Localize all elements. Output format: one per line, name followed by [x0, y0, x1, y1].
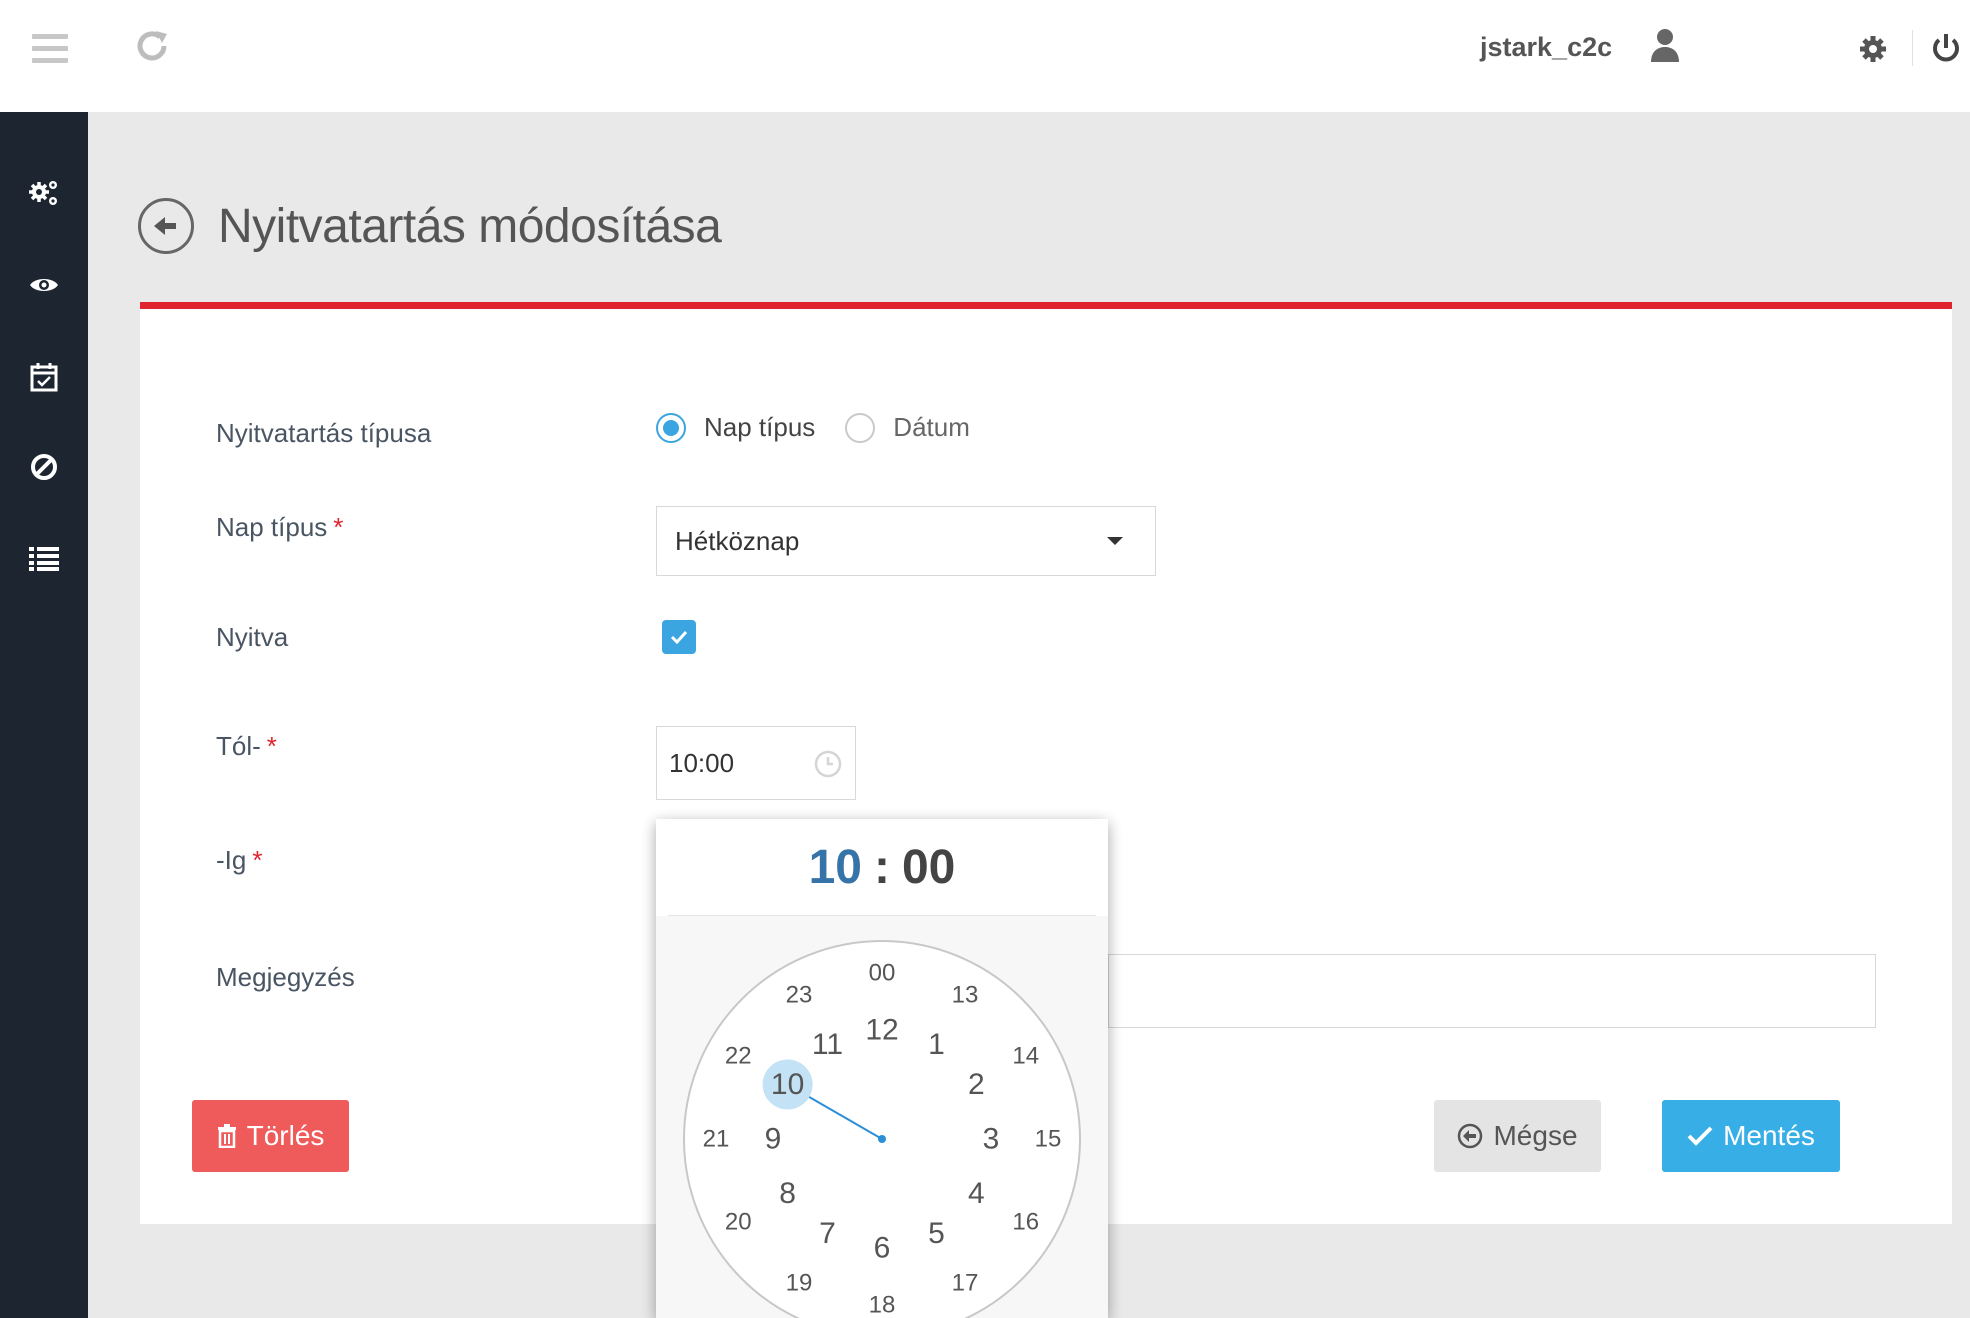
outer-hour-19[interactable]: 19 — [786, 1269, 813, 1296]
required-mark: * — [266, 731, 277, 761]
check-icon — [670, 630, 688, 644]
clock-hours[interactable]: 10 — [809, 840, 862, 895]
inner-hour-6[interactable]: 6 — [874, 1232, 891, 1265]
inner-hour-10[interactable]: 10 — [771, 1068, 804, 1101]
day-type-label: Nap típus * — [216, 512, 343, 543]
clock-center — [878, 1135, 886, 1143]
radio-day-type-label[interactable]: Nap típus — [704, 412, 815, 443]
clock-picker-header: 10 : 00 — [668, 819, 1096, 916]
trash-icon — [217, 1124, 236, 1148]
from-label-text: Tól- — [216, 731, 261, 761]
from-time-input[interactable]: 10:00 — [656, 726, 856, 800]
note-label: Megjegyzés — [216, 962, 355, 992]
outer-hour-14[interactable]: 14 — [1012, 1043, 1039, 1070]
type-label: Nyitvatartás típusa — [216, 418, 432, 448]
clock-minutes[interactable]: 00 — [902, 840, 955, 895]
inner-hour-7[interactable]: 7 — [819, 1217, 836, 1250]
cancel-button[interactable]: Mégse — [1434, 1100, 1601, 1172]
to-label: -Ig * — [216, 845, 262, 876]
page-title: Nyitvatartás módosítása — [218, 199, 722, 253]
page-header: Nyitvatartás módosítása — [138, 194, 722, 258]
username[interactable]: jstark_c2c — [1480, 32, 1612, 63]
inner-hour-12[interactable]: 12 — [865, 1014, 898, 1047]
outer-hour-20[interactable]: 20 — [725, 1209, 752, 1236]
day-type-select[interactable]: Hétköznap — [656, 506, 1156, 576]
outer-hour-13[interactable]: 13 — [952, 982, 979, 1009]
topbar-divider — [1912, 30, 1913, 66]
user-icon[interactable] — [1650, 28, 1680, 64]
inner-hour-9[interactable]: 9 — [765, 1123, 782, 1156]
outer-hour-00[interactable]: 00 — [869, 960, 896, 987]
radio-day-type[interactable] — [656, 412, 686, 443]
save-button[interactable]: Mentés — [1662, 1100, 1840, 1172]
open-checkbox[interactable] — [662, 620, 696, 654]
eye-icon — [30, 279, 58, 291]
note-input[interactable] — [1108, 954, 1876, 1028]
inner-hour-1[interactable]: 1 — [928, 1028, 945, 1061]
outer-hour-22[interactable]: 22 — [725, 1043, 752, 1070]
required-mark: * — [252, 845, 263, 875]
arrow-left-icon — [154, 217, 176, 235]
outer-hour-21[interactable]: 21 — [703, 1126, 730, 1153]
calendar-check-icon — [30, 363, 58, 392]
gear-icon[interactable] — [1858, 34, 1888, 64]
sidebar-item-view[interactable] — [0, 250, 88, 320]
required-mark: * — [333, 512, 344, 542]
cancel-button-label: Mégse — [1493, 1120, 1578, 1151]
clock-dial[interactable]: 00131415161718192021222312 1234567891011 — [682, 939, 1082, 1318]
day-type-value: Hétköznap — [675, 525, 800, 556]
power-icon[interactable] — [1930, 32, 1962, 64]
top-bar: jstark_c2c — [0, 0, 1970, 112]
sidebar-item-blocked[interactable] — [0, 432, 88, 502]
day-type-label-text: Nap típus — [216, 512, 328, 542]
outer-hour-23[interactable]: 23 — [786, 982, 813, 1009]
check-icon — [1687, 1126, 1713, 1146]
sidebar-item-list[interactable] — [0, 524, 88, 594]
from-label: Tól- * — [216, 731, 277, 762]
ban-icon — [31, 454, 57, 480]
refresh-icon[interactable] — [134, 28, 170, 71]
inner-hour-3[interactable]: 3 — [983, 1123, 1000, 1156]
inner-hour-8[interactable]: 8 — [779, 1177, 796, 1210]
caret-down-icon — [1107, 537, 1123, 545]
inner-hour-4[interactable]: 4 — [968, 1177, 985, 1210]
delete-button-label: Törlés — [246, 1120, 325, 1151]
sidebar — [0, 112, 88, 1318]
cogs-icon — [29, 181, 57, 205]
radio-date-label[interactable]: Dátum — [893, 412, 970, 443]
inner-hour-5[interactable]: 5 — [928, 1217, 945, 1250]
hamburger-icon[interactable] — [32, 34, 68, 64]
inner-hour-2[interactable]: 2 — [968, 1068, 985, 1101]
outer-hour-15[interactable]: 15 — [1035, 1126, 1062, 1153]
type-radio-group: Nap típus Dátum — [656, 412, 1000, 443]
delete-button[interactable]: Törlés — [192, 1100, 349, 1172]
outer-hour-16[interactable]: 16 — [1012, 1209, 1039, 1236]
outer-hour-17[interactable]: 17 — [952, 1269, 979, 1296]
clock-icon — [814, 750, 842, 778]
clock-picker: 10 : 00 00 13 14 15 16 17 18 19 20 21 22 23 12 1 2 3 4 5 6… — [656, 819, 1108, 1318]
circle-arrow-left-icon — [1458, 1123, 1483, 1149]
inner-hour-11[interactable]: 11 — [812, 1028, 843, 1061]
list-icon — [29, 547, 59, 571]
clock-separator: : — [874, 840, 890, 894]
save-button-label: Mentés — [1723, 1120, 1815, 1151]
outer-hour-18[interactable]: 18 — [869, 1292, 896, 1318]
to-label-text: -Ig — [216, 845, 247, 875]
radio-date[interactable] — [845, 412, 876, 443]
open-label: Nyitva — [216, 622, 289, 652]
from-time-value: 10:00 — [669, 747, 735, 778]
sidebar-item-calendar[interactable] — [0, 342, 88, 412]
sidebar-item-settings[interactable] — [0, 158, 88, 228]
back-button[interactable] — [138, 198, 194, 254]
